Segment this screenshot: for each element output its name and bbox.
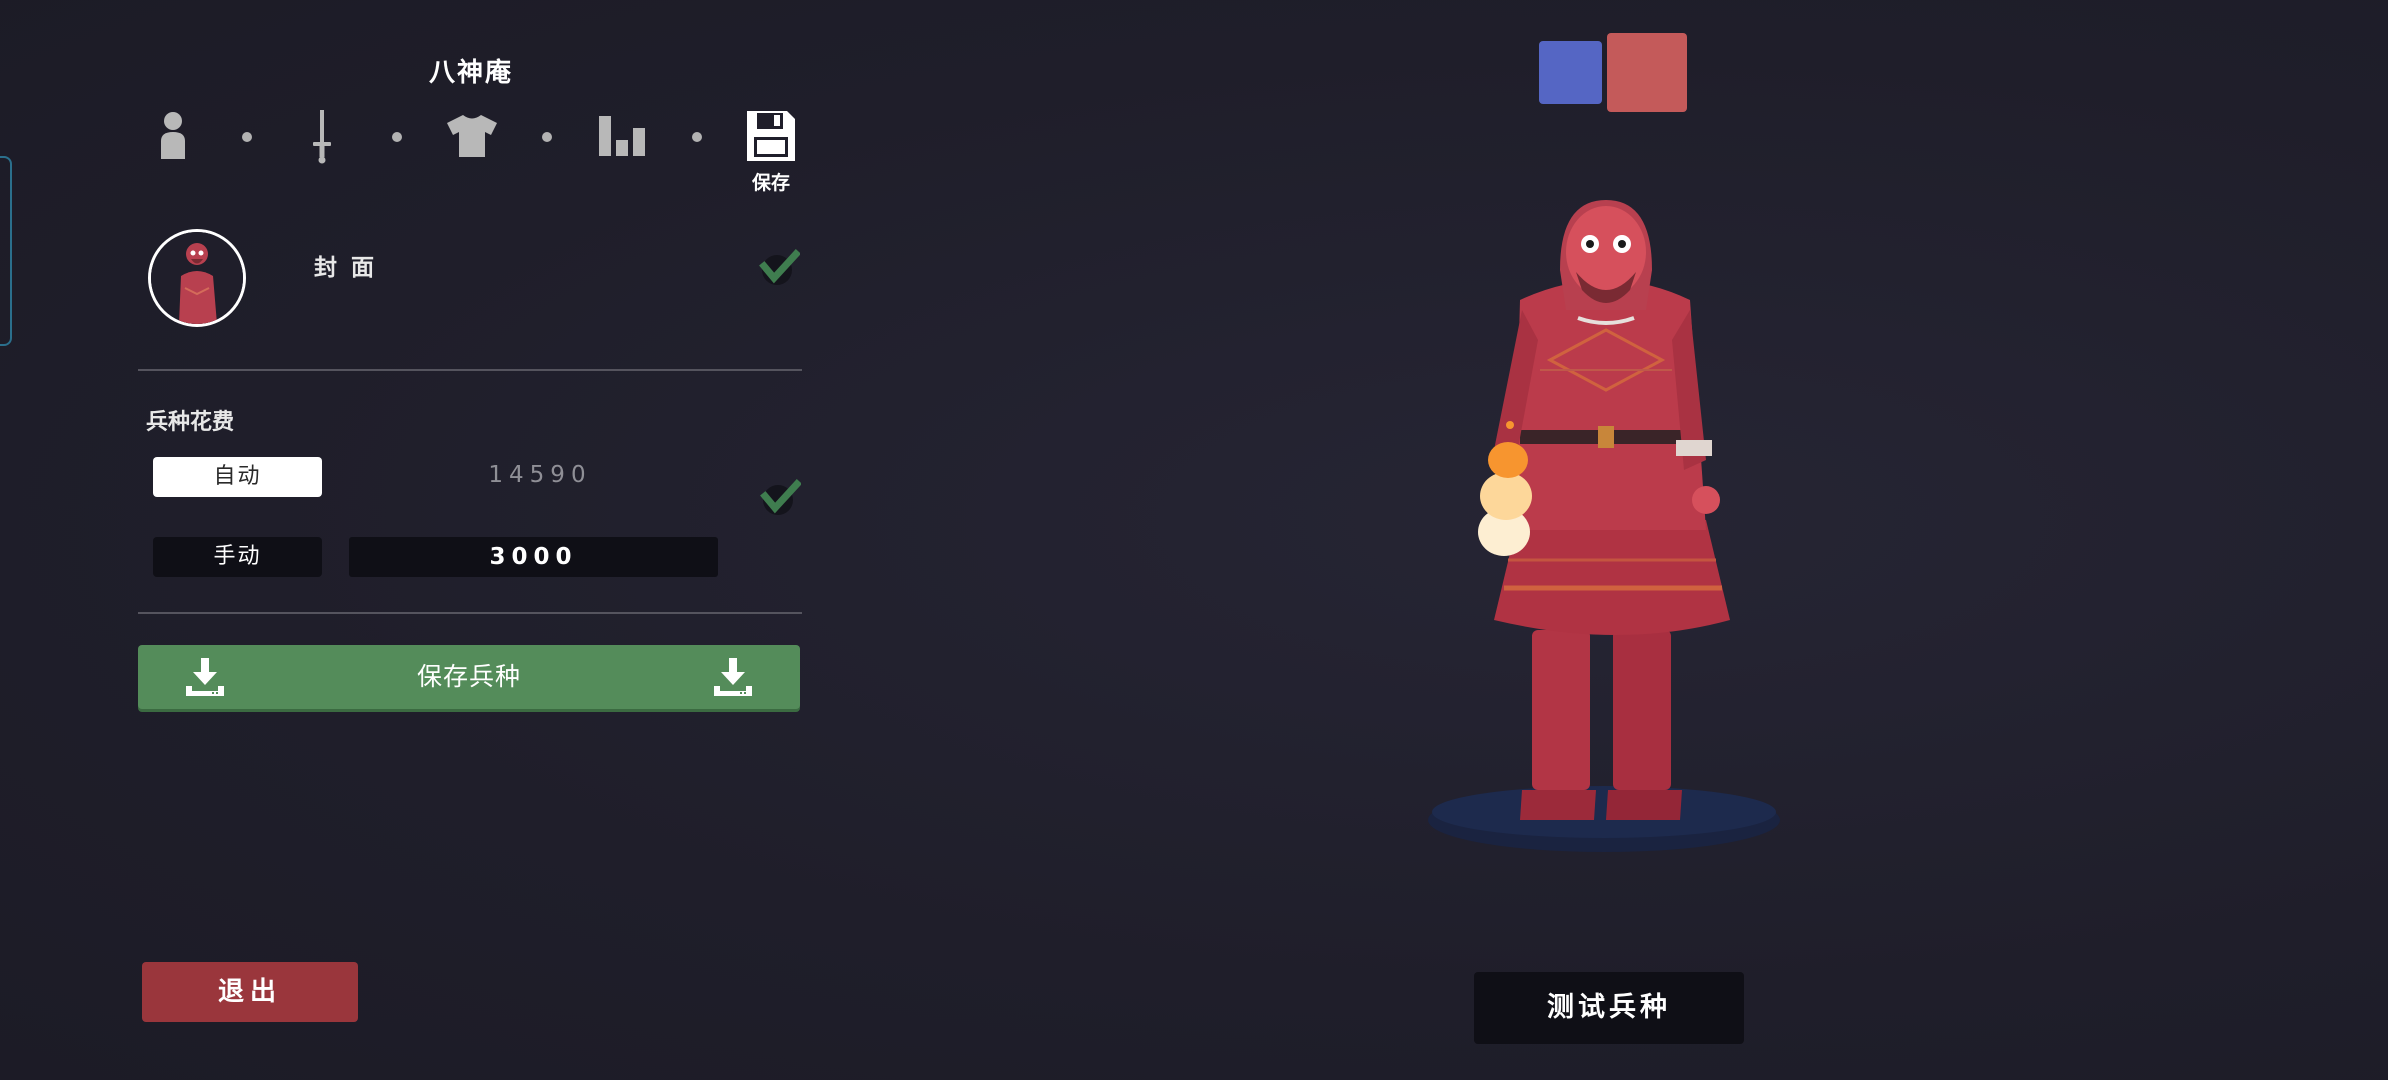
unit-cost-label: 兵种花费 <box>146 410 235 435</box>
download-icon <box>714 658 752 696</box>
manual-cost-input[interactable] <box>349 537 718 577</box>
save-unit-button[interactable]: 保存兵种 <box>138 645 800 709</box>
step-weapon-button[interactable] <box>292 104 352 168</box>
side-drawer-tab[interactable] <box>0 156 12 346</box>
sword-icon <box>313 110 331 164</box>
unit-character-preview[interactable] <box>1410 140 1790 880</box>
step-stats-button[interactable] <box>592 104 652 168</box>
step-clothing-button[interactable] <box>442 104 502 168</box>
step-save-button[interactable] <box>741 104 801 168</box>
section-divider <box>138 369 802 371</box>
cover-checkbox[interactable] <box>756 248 801 288</box>
step-separator-dot <box>542 132 552 142</box>
auto-cost-value: 14590 <box>488 462 592 488</box>
unit-name-title[interactable]: 八神庵 <box>138 52 804 89</box>
section-divider <box>138 612 802 614</box>
save-unit-label: 保存兵种 <box>416 662 521 691</box>
step-body-button[interactable] <box>143 104 203 168</box>
unit-creator-screen: 八神庵 保存 封 面 兵种花费 自动 14590 手动 3000 保存兵种 退出… <box>0 0 2388 1080</box>
unit-portrait-icon <box>151 232 243 324</box>
stats-icon <box>599 116 645 156</box>
cover-label: 封 面 <box>314 255 378 281</box>
team-color-blue-swatch[interactable] <box>1539 41 1602 104</box>
floppy-disk-icon <box>747 111 795 161</box>
step-separator-dot <box>692 132 702 142</box>
auto-cost-button[interactable]: 自动 <box>153 457 322 497</box>
shirt-icon <box>447 115 497 157</box>
unit-avatar[interactable] <box>148 229 246 327</box>
step-separator-dot <box>242 132 252 142</box>
step-separator-dot <box>392 132 402 142</box>
manual-cost-button[interactable]: 手动 <box>153 537 322 577</box>
checkmark-icon <box>759 249 801 285</box>
checkmark-icon <box>760 479 802 515</box>
auto-cost-checkbox[interactable] <box>757 478 802 518</box>
person-icon <box>161 112 185 159</box>
exit-button[interactable]: 退出 <box>142 962 358 1022</box>
team-color-red-swatch[interactable] <box>1607 33 1687 112</box>
save-step-label: 保存 <box>751 172 790 194</box>
test-unit-button[interactable]: 测试兵种 <box>1474 972 1744 1044</box>
